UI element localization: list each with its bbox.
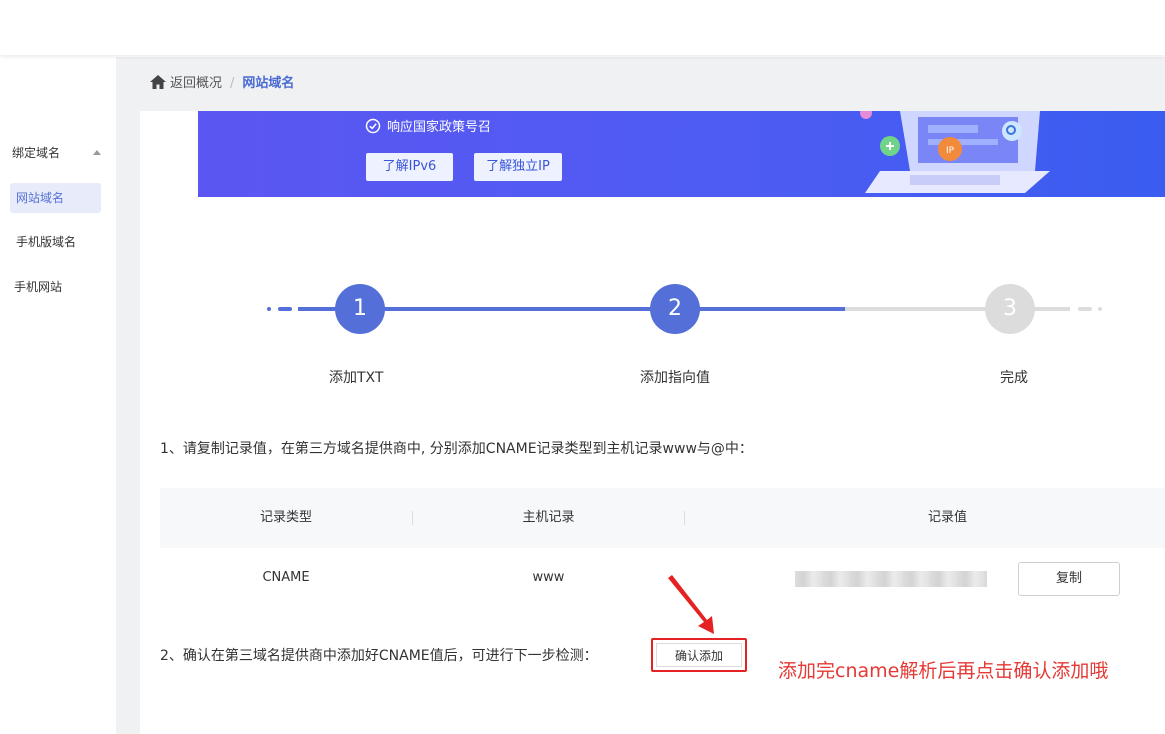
check-circle-icon <box>365 118 381 134</box>
learn-ipv6-button[interactable]: 了解IPv6 <box>366 153 453 181</box>
banner-slogan-text: 响应国家政策号召 <box>387 120 492 135</box>
sidebar-item-website-domain[interactable]: 网站域名 <box>10 183 101 213</box>
laptop-illustration: IP <box>860 111 1050 193</box>
step-pending-line <box>845 307 1070 311</box>
ip-badge-text: IP <box>946 146 955 156</box>
step-3-circle: 3 <box>985 284 1035 334</box>
cell-host: www <box>532 570 565 585</box>
caret-up-icon <box>93 150 101 155</box>
column-divider <box>684 511 685 525</box>
instruction-step-2: 2、确认在第三域名提供商中添加好CNAME值后，可进行下一步检测： <box>160 648 598 664</box>
step-2-label: 添加指向值 <box>640 370 710 386</box>
step-1-label: 添加TXT <box>329 370 384 386</box>
sidebar-item-label: 手机版域名 <box>16 235 77 249</box>
learn-dedicated-ip-button[interactable]: 了解独立IP <box>474 153 562 181</box>
sidebar-item-mobile-site[interactable]: 手机网站 <box>8 272 62 302</box>
step-3-label: 完成 <box>1000 370 1028 386</box>
breadcrumb-back-link[interactable]: 返回概况 <box>170 76 222 91</box>
step-dash <box>1078 307 1092 311</box>
column-header-value: 记录值 <box>927 510 967 525</box>
sidebar-item-label: 网站域名 <box>16 191 65 205</box>
step-dash <box>278 307 292 311</box>
sidebar-group-bind-domain[interactable]: 绑定域名 <box>6 138 107 168</box>
sidebar-group-label: 绑定域名 <box>12 146 61 160</box>
copy-button[interactable]: 复制 <box>1018 562 1120 596</box>
column-header-record-type: 记录类型 <box>259 510 312 525</box>
step-2-circle: 2 <box>650 284 700 334</box>
column-header-host: 主机记录 <box>522 510 575 525</box>
step-dot <box>267 307 271 311</box>
breadcrumb-separator: / <box>230 76 235 91</box>
sidebar: 绑定域名 网站域名 手机版域名 手机网站 <box>0 57 116 734</box>
step-dot <box>1098 307 1102 311</box>
sidebar-item-mobile-domain[interactable]: 手机版域名 <box>10 227 76 257</box>
annotation-arrow <box>668 575 714 634</box>
annotation-text: 添加完cname解析后再点击确认添加哦 <box>778 660 1109 682</box>
cell-record-type: CNAME <box>262 570 310 585</box>
home-icon <box>150 75 166 89</box>
confirm-add-button[interactable]: 确认添加 <box>656 643 742 667</box>
step-1-circle: 1 <box>335 284 385 334</box>
top-bar <box>0 0 1165 55</box>
cell-record-value-blurred <box>795 571 987 587</box>
breadcrumb: 返回概况 / 网站域名 <box>150 74 294 94</box>
banner-slogan: 响应国家政策号召 <box>365 118 491 138</box>
breadcrumb-current: 网站域名 <box>242 76 295 91</box>
sidebar-item-label: 手机网站 <box>14 280 63 294</box>
instruction-step-1: 1、请复制记录值，在第三方域名提供商中, 分别添加CNAME记录类型到主机记录w… <box>160 441 753 457</box>
